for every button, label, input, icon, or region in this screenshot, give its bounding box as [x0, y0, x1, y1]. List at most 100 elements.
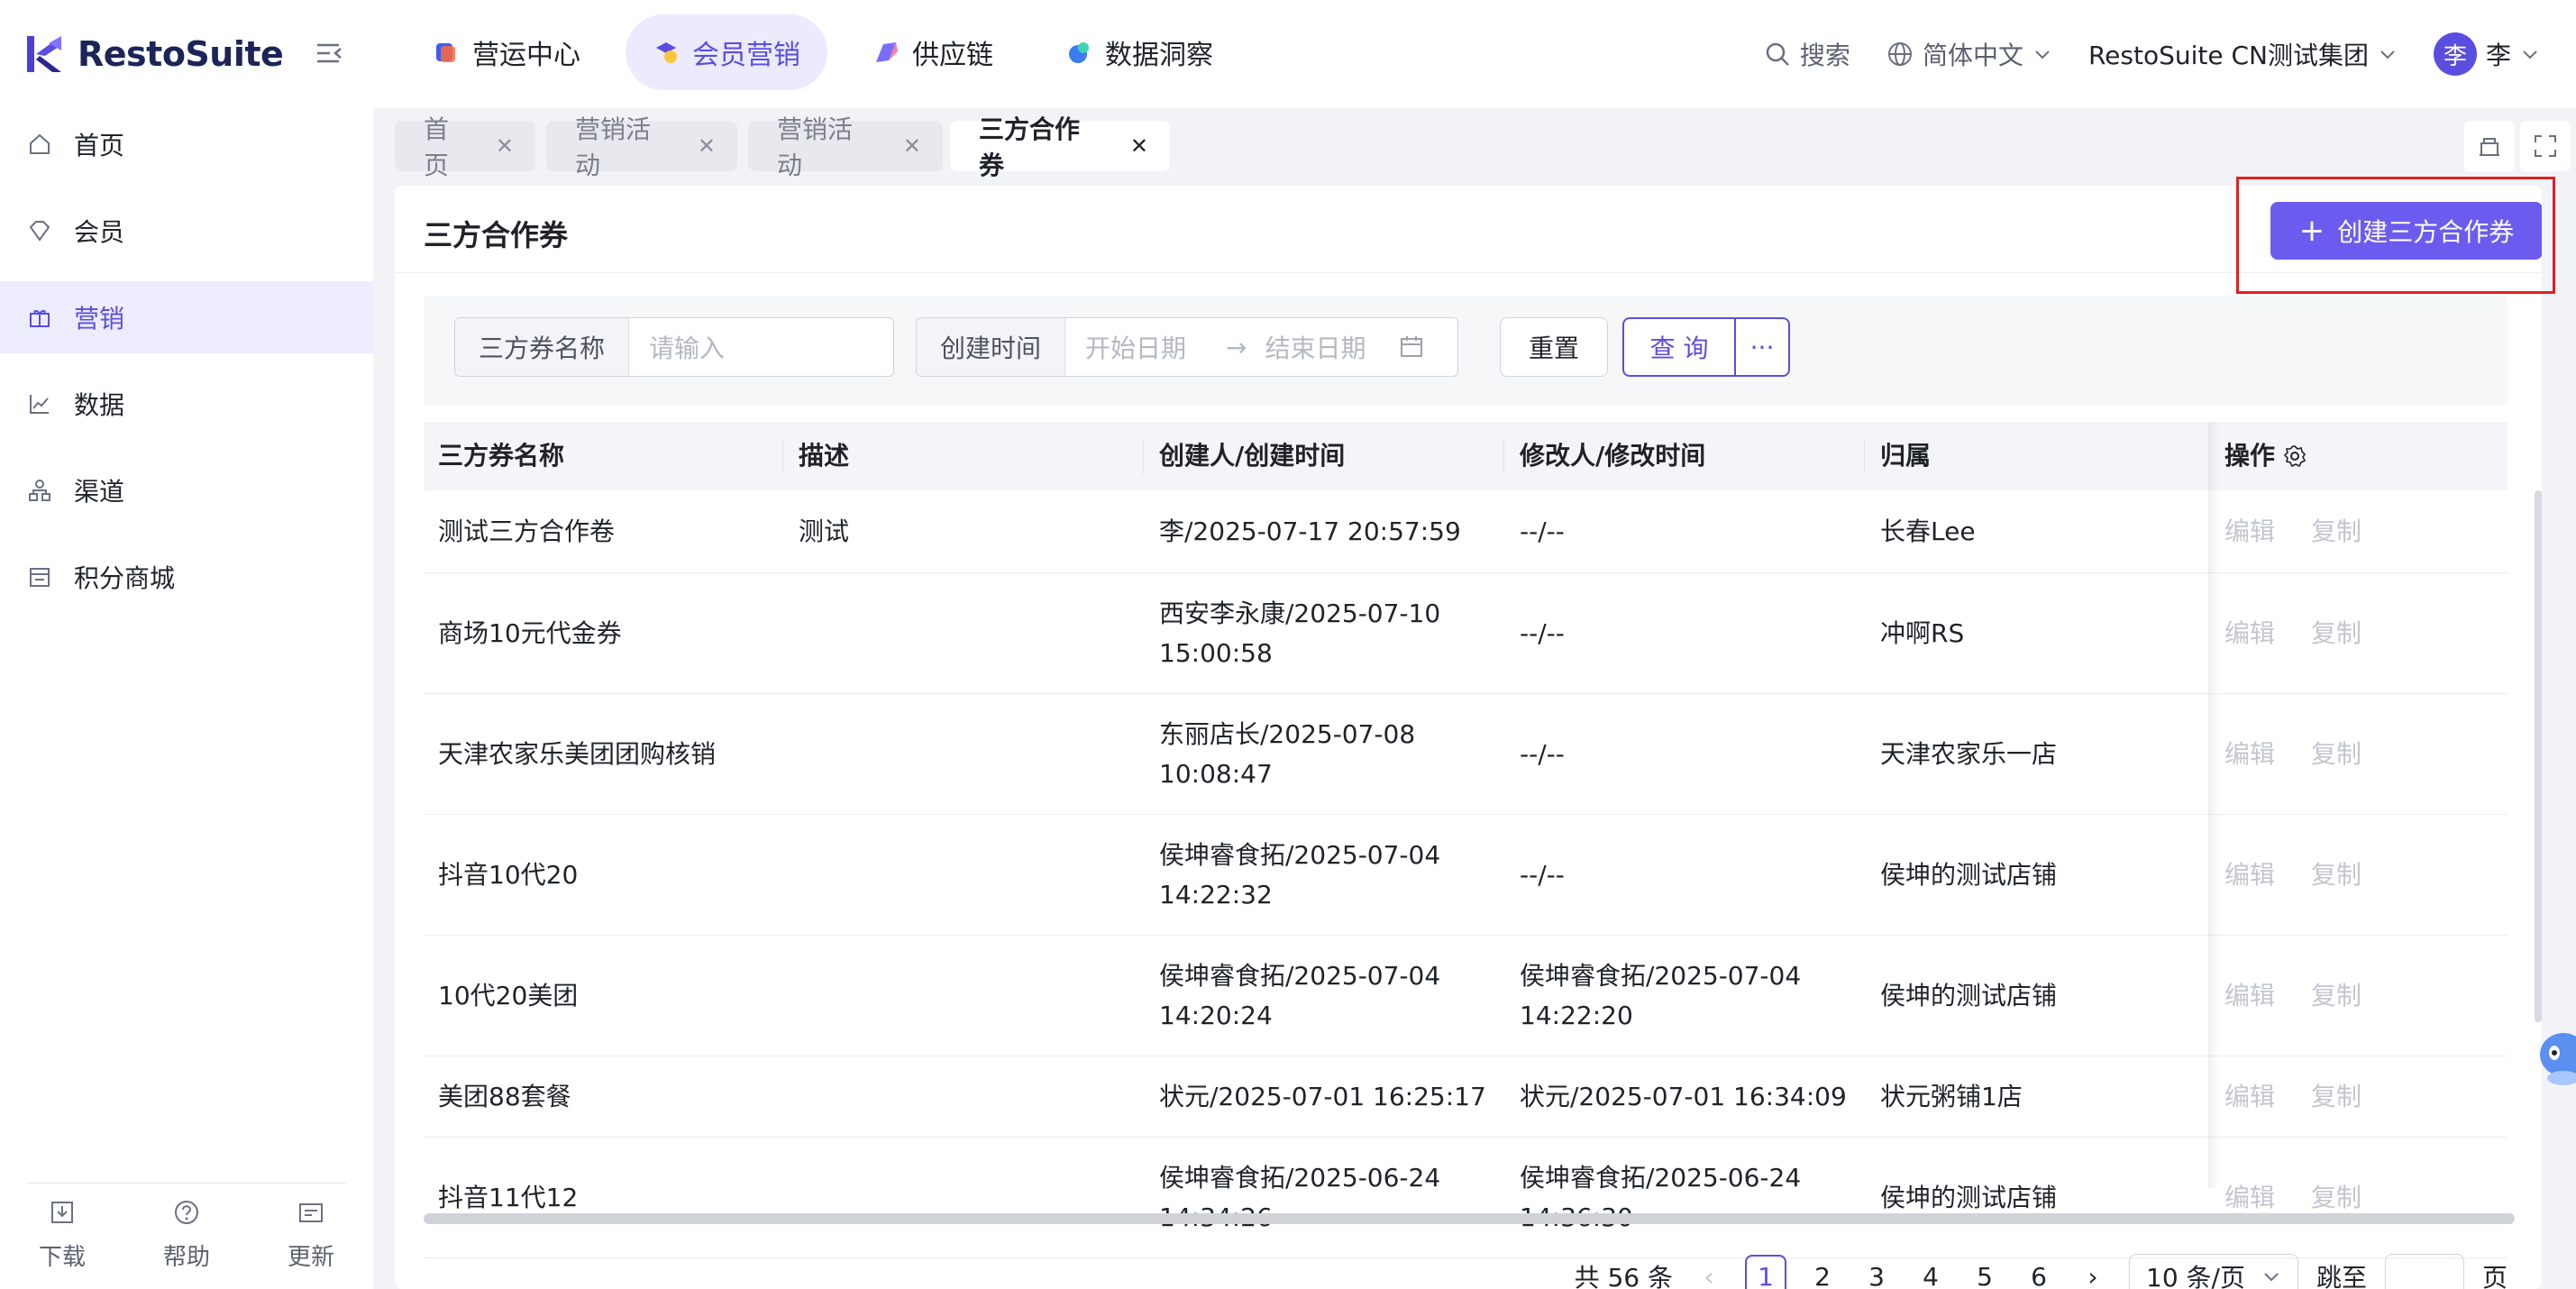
copy-button[interactable]: 复制 [2311, 735, 2361, 774]
sidebar-item-marketing[interactable]: 营销 [0, 281, 373, 353]
close-icon[interactable]: ✕ [1130, 133, 1148, 159]
sidebar-item-label: 积分商城 [74, 563, 176, 593]
main-content: 三方合作券 + 创建三方合作券 三方券名称 请输入 创建时间 开始日期 → 结束… [395, 186, 2542, 1289]
copy-button[interactable]: 复制 [2311, 855, 2361, 895]
calendar-icon[interactable] [1399, 334, 1424, 360]
copy-button[interactable]: 复制 [2311, 614, 2361, 654]
brand[interactable]: RestoSuite [25, 29, 284, 79]
edit-button[interactable]: 编辑 [2224, 855, 2275, 895]
copy-button[interactable]: 复制 [2311, 1077, 2361, 1117]
org-label: RestoSuite CN测试集团 [2087, 41, 2369, 70]
update-button[interactable]: 更新 [257, 1199, 365, 1289]
tab-marketing-activity-2[interactable]: 营销活动 ✕ [748, 114, 943, 180]
nav-supply-chain[interactable]: 供应链 [845, 14, 1020, 90]
edit-button[interactable]: 编辑 [2224, 735, 2275, 774]
supply-chain-icon [876, 42, 898, 62]
table-header: 三方券名称 描述 创建人/创建时间 修改人/修改时间 归属 操作 [424, 422, 2507, 490]
cell-modified-text: 侯坤睿食拓/2025-06-2414:36:30 [1520, 1163, 1802, 1232]
cell-description: 测试 [784, 490, 849, 573]
reset-button[interactable]: 重置 [1500, 317, 1608, 377]
collapse-sidebar-icon[interactable] [314, 38, 344, 69]
avatar: 李 [2433, 32, 2477, 76]
cell-created: 侯坤睿食拓/2025-07-04 14:20:24 [1145, 936, 1440, 1056]
sidebar-item-data[interactable]: 数据 [0, 368, 373, 440]
page-1[interactable]: 1 [1745, 1255, 1786, 1289]
cell-created: 侯坤睿食拓/2025-06-2414:34:26 [1145, 1138, 1440, 1258]
close-icon[interactable]: ✕ [698, 133, 716, 159]
global-search[interactable]: 搜索 [1764, 36, 1850, 72]
sidebar-item-channel[interactable]: 渠道 [0, 454, 373, 526]
edit-button[interactable]: 编辑 [2224, 512, 2275, 552]
cell-description [784, 694, 799, 815]
nav-member-marketing[interactable]: 会员营销 [626, 14, 827, 90]
copy-button[interactable]: 复制 [2311, 1178, 2361, 1218]
tab-home[interactable]: 首页 ✕ [395, 114, 535, 180]
user-menu[interactable]: 李 李 [2433, 32, 2540, 76]
tab-marketing-activity-1[interactable]: 营销活动 ✕ [546, 114, 737, 180]
end-date-input[interactable]: 结束日期 [1265, 329, 1366, 365]
jump-page-input[interactable] [2384, 1254, 2464, 1289]
language-selector[interactable]: 简体中文 [1886, 36, 2052, 72]
created-time-label: 创建时间 [917, 318, 1066, 376]
horizontal-scrollbar[interactable] [424, 1213, 2515, 1224]
cell-modified: 状元/2025-07-01 16:34:09 [1505, 1056, 1847, 1138]
cell-name-text: 抖音10代20 [438, 860, 579, 890]
next-page-icon[interactable]: › [2075, 1255, 2111, 1289]
assistant-mascot-icon[interactable] [2524, 1010, 2576, 1118]
sidebar: 首页 会员 营销 数据 渠道 积分商城 下载 帮助 更新 [0, 108, 373, 1289]
org-selector[interactable]: RestoSuite CN测试集团 [2088, 36, 2398, 72]
cell-modified-text: 状元/2025-07-01 16:34:09 [1520, 1082, 1847, 1111]
nav-operations[interactable]: 营运中心 [406, 14, 607, 90]
edit-button[interactable]: 编辑 [2224, 976, 2275, 1016]
nav-label: 会员营销 [692, 40, 800, 71]
cell-owner-text: 天津农家乐一店 [1880, 739, 2058, 769]
cell-owner: 冲啊RS [1866, 573, 1964, 694]
pin-tab-button[interactable] [2464, 121, 2515, 171]
vertical-scrollbar[interactable] [2535, 490, 2542, 1022]
help-button[interactable]: 帮助 [132, 1199, 241, 1289]
sidebar-item-points-mall[interactable]: 积分商城 [0, 541, 373, 613]
query-button[interactable]: 查 询 [1622, 317, 1736, 377]
sidebar-item-home[interactable]: 首页 [0, 108, 373, 180]
cell-modified-text: --/-- [1520, 860, 1565, 890]
edit-button[interactable]: 编辑 [2224, 1077, 2275, 1117]
close-icon[interactable]: ✕ [496, 133, 514, 159]
brand-name: RestoSuite [78, 34, 284, 74]
more-filters-button[interactable]: ··· [1734, 317, 1790, 377]
cell-description-text: 测试 [799, 517, 850, 546]
page-5[interactable]: 5 [1967, 1255, 2003, 1289]
page-size-select[interactable]: 10 条/页 [2129, 1254, 2298, 1289]
fullscreen-button[interactable] [2520, 121, 2571, 171]
close-icon[interactable]: ✕ [903, 133, 921, 159]
tab-third-party-coupon[interactable]: 三方合作券 ✕ [950, 114, 1170, 180]
language-label: 简体中文 [1922, 41, 2023, 70]
page-6[interactable]: 6 [2021, 1255, 2057, 1289]
created-time-filter[interactable]: 创建时间 开始日期 → 结束日期 [916, 317, 1458, 377]
nav-label: 数据洞察 [1105, 40, 1213, 71]
sidebar-item-member[interactable]: 会员 [0, 195, 373, 267]
copy-button[interactable]: 复制 [2311, 512, 2361, 552]
column-separator [1864, 438, 1865, 474]
header-divider [395, 272, 2542, 273]
coupon-name-input[interactable]: 请输入 [629, 329, 725, 365]
cell-name: 商场10元代金券 [424, 573, 622, 694]
member-icon [29, 221, 50, 242]
create-coupon-button[interactable]: + 创建三方合作券 [2270, 202, 2542, 260]
prev-page-icon[interactable]: ‹ [1691, 1255, 1727, 1289]
page-4[interactable]: 4 [1913, 1255, 1949, 1289]
cell-owner-text: 侯坤的测试店铺 [1880, 860, 2058, 890]
edit-button[interactable]: 编辑 [2224, 614, 2275, 654]
edit-button[interactable]: 编辑 [2224, 1178, 2275, 1218]
copy-button[interactable]: 复制 [2311, 976, 2361, 1016]
fullscreen-icon [2535, 135, 2556, 157]
cell-modified-text: --/-- [1520, 618, 1565, 648]
cell-created: 李/2025-07-17 20:57:59 [1145, 490, 1461, 573]
page-3[interactable]: 3 [1859, 1255, 1895, 1289]
page-2[interactable]: 2 [1804, 1255, 1841, 1289]
start-date-input[interactable]: 开始日期 [1065, 329, 1186, 365]
settings-gear-icon[interactable] [2282, 443, 2307, 469]
nav-data-insight[interactable]: 数据洞察 [1038, 14, 1240, 90]
coupon-name-filter[interactable]: 三方券名称 请输入 [454, 317, 894, 377]
cell-name: 抖音11代12 [424, 1138, 578, 1258]
download-button[interactable]: 下载 [8, 1199, 116, 1289]
